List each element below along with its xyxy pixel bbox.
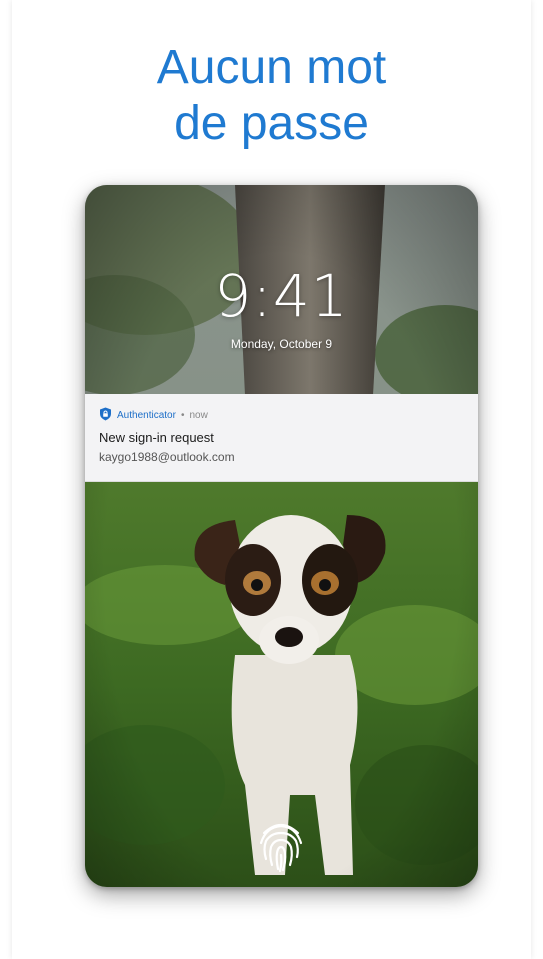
headline-line-1: Aucun mot bbox=[156, 41, 387, 94]
headline-line-2: de passe bbox=[174, 97, 369, 150]
app-screenshot-page: Aucun mot de passe 9:41 Monday, October … bbox=[0, 0, 543, 959]
lockscreen-time: 9:41 bbox=[214, 262, 349, 330]
lockscreen-date: Monday, October 9 bbox=[230, 337, 333, 351]
notification-account: kaygo1988@outlook.com bbox=[99, 450, 235, 464]
signin-notification[interactable]: Authenticator • now New sign-in request … bbox=[85, 394, 478, 482]
lock-shield-icon bbox=[99, 407, 112, 424]
notification-title: New sign-in request bbox=[99, 430, 214, 445]
notification-app-name: Authenticator bbox=[117, 409, 176, 421]
notification-header: Authenticator • now bbox=[99, 406, 208, 424]
notification-time: now bbox=[189, 409, 208, 421]
headline: Aucun mot de passe bbox=[0, 40, 543, 152]
fingerprint-icon[interactable] bbox=[256, 815, 306, 873]
notification-separator: • bbox=[180, 409, 185, 421]
